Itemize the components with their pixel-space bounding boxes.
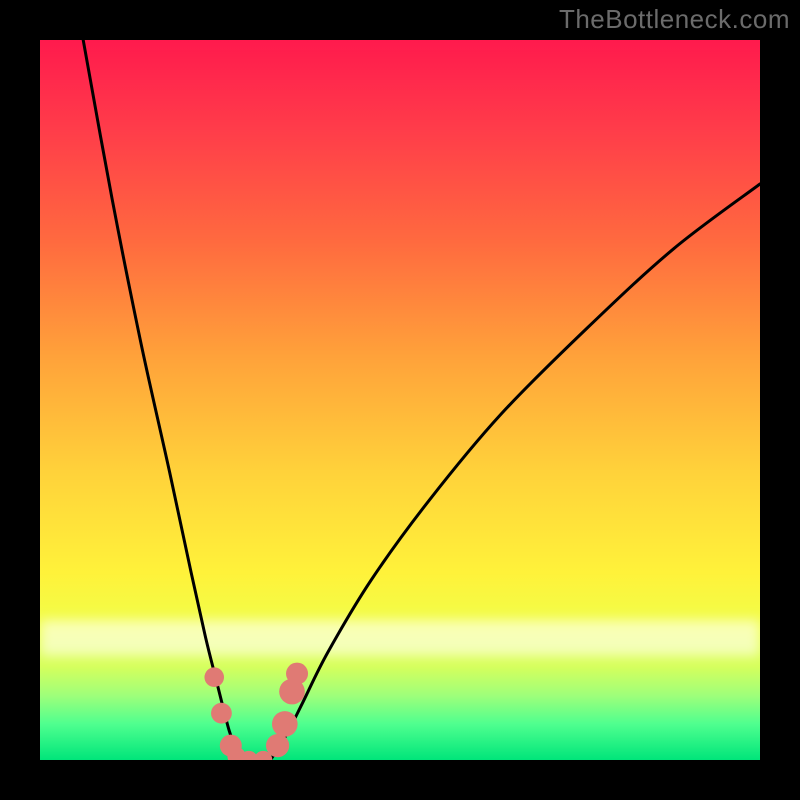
right-branch-curve [270, 184, 760, 760]
plot-area [40, 40, 760, 760]
left-branch-curve [83, 40, 241, 760]
data-dot [266, 734, 289, 757]
data-dots [204, 663, 308, 760]
data-dot [286, 663, 308, 685]
data-dot [204, 667, 224, 687]
watermark-text: TheBottleneck.com [559, 4, 790, 35]
data-dot [211, 703, 232, 724]
curve-layer [40, 40, 760, 760]
data-dot [272, 711, 298, 737]
chart-frame: TheBottleneck.com [0, 0, 800, 800]
